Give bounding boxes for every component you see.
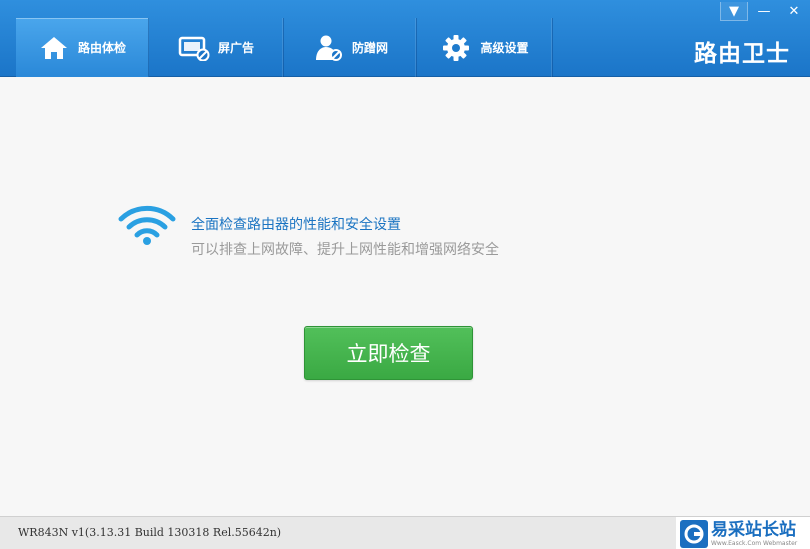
tab-router-checkup[interactable]: 路由体检 [16, 18, 149, 77]
tab-block-ads[interactable]: 屏广告 [149, 18, 284, 77]
site-logo-icon [680, 519, 708, 548]
close-icon: ✕ [788, 4, 800, 19]
close-button[interactable]: ✕ [780, 2, 808, 21]
tab-label: 高级设置 [480, 41, 529, 55]
title-bar: 路由体检 屏广告 防蹭网 高级设置 路由卫士 ▼ — ✕ [0, 0, 810, 77]
main-tabs: 路由体检 屏广告 防蹭网 高级设置 [16, 18, 553, 77]
watermark-name: 易采站长站 [711, 519, 796, 540]
tab-label: 防蹭网 [351, 41, 388, 55]
app-brand: 路由卫士 [694, 41, 790, 67]
tab-label: 路由体检 [77, 41, 126, 55]
block-ads-icon [178, 33, 210, 63]
tab-label: 屏广告 [217, 41, 254, 55]
watermark: 易采站长站 Www.Easck.Com Webmaster [676, 517, 810, 549]
checkup-title: 全面检查路由器的性能和安全设置 [191, 217, 401, 233]
main-panel: 全面检查路由器的性能和安全设置 可以排查上网故障、提升上网性能和增强网络安全 立… [0, 78, 810, 516]
chevron-down-icon: ▼ [729, 3, 739, 19]
firmware-version: WR843N v1(3.13.31 Build 130318 Rel.55642… [18, 526, 282, 539]
watermark-url: Www.Easck.Com Webmaster [711, 539, 798, 547]
anti-freeload-icon [312, 33, 344, 63]
gear-icon [440, 33, 472, 63]
status-bar: WR843N v1(3.13.31 Build 130318 Rel.55642… [0, 516, 810, 549]
checkup-description: 可以排查上网故障、提升上网性能和增强网络安全 [191, 242, 499, 258]
check-now-button[interactable]: 立即检查 [304, 326, 473, 380]
menu-dropdown-button[interactable]: ▼ [720, 2, 748, 21]
minimize-icon: — [757, 4, 771, 19]
minimize-button[interactable]: — [750, 2, 778, 21]
window-controls: ▼ — ✕ [720, 2, 808, 21]
tab-anti-freeload[interactable]: 防蹭网 [284, 18, 417, 77]
tab-advanced-settings[interactable]: 高级设置 [417, 18, 553, 77]
watermark-text: 易采站长站 Www.Easck.Com Webmaster [711, 520, 797, 548]
home-icon [38, 33, 70, 63]
wifi-icon [118, 204, 176, 250]
